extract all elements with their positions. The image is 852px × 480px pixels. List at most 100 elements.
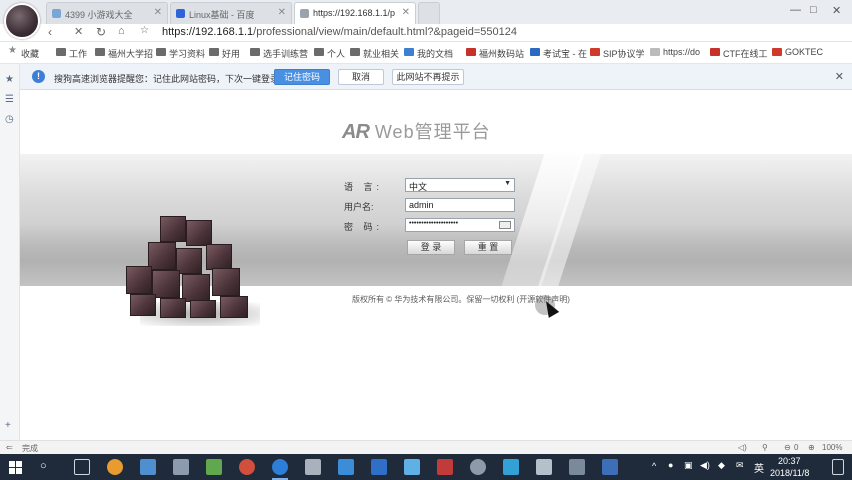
sogou-browser-icon[interactable]	[272, 459, 288, 475]
new-tab-button[interactable]	[418, 2, 440, 24]
app-icon[interactable]	[569, 459, 585, 475]
app-icon[interactable]	[305, 459, 321, 475]
tab-router-admin[interactable]: https://192.168.1.1/p ✕	[294, 2, 416, 24]
tray-app-icon[interactable]: ◆	[718, 460, 725, 471]
maximize-icon[interactable]: □	[810, 4, 817, 16]
notification-center-icon[interactable]	[832, 459, 844, 475]
bookmark-item[interactable]: 学习资料	[156, 47, 205, 60]
network-icon[interactable]: ▣	[684, 460, 693, 471]
url-host: https://192.168.1.1	[162, 26, 254, 38]
reload-icon[interactable]: ↻	[96, 25, 106, 39]
title-bar: 4399 小游戏大全 ✕ Linux基础 - 百度 ✕ https://192.…	[0, 0, 852, 24]
cancel-button[interactable]: 取消	[338, 69, 384, 85]
app-icon[interactable]	[404, 459, 420, 475]
windows-start-icon[interactable]	[9, 461, 22, 474]
task-view-icon[interactable]	[74, 459, 90, 475]
site-icon	[530, 48, 540, 56]
app-icon[interactable]	[206, 459, 222, 475]
settings-gear-icon[interactable]	[470, 459, 486, 475]
bookmark-label: 选手训练营	[263, 49, 309, 59]
tab-close-icon[interactable]: ✕	[154, 7, 162, 18]
tab-close-icon[interactable]: ✕	[278, 7, 286, 18]
security-icon[interactable]: ⚲	[762, 443, 768, 452]
reset-button[interactable]: 重 置	[464, 240, 512, 255]
app-icon[interactable]	[371, 459, 387, 475]
speaker-icon[interactable]: ◁)	[738, 443, 747, 452]
download-icon[interactable]: ⊖	[784, 443, 791, 452]
close-icon[interactable]: ✕	[835, 70, 844, 83]
password-field[interactable]: ••••••••••••••••••••	[405, 218, 515, 232]
bookmark-item[interactable]: ★ 收藏	[8, 45, 39, 60]
bookmark-label: GOKTEC	[785, 47, 824, 57]
history-back-icon[interactable]: ☆	[140, 25, 149, 36]
app-icon[interactable]	[437, 459, 453, 475]
cube-decoration	[160, 298, 186, 318]
back-icon[interactable]: ‹	[48, 25, 52, 39]
bookmark-label: 个人	[327, 49, 346, 59]
tray-app-icon[interactable]: ●	[668, 460, 673, 470]
stop-icon[interactable]: ✕	[74, 25, 83, 38]
notification-message: 搜狗高速浏览器提醒您：记住此网站密码，下次一键登录！	[54, 74, 289, 84]
home-icon[interactable]: ⌂	[118, 25, 125, 37]
keyboard-icon[interactable]	[499, 221, 511, 229]
close-window-icon[interactable]: ✕	[832, 4, 841, 17]
volume-icon[interactable]: ◀)	[700, 460, 710, 471]
zoom-icon[interactable]: ⊕	[808, 443, 815, 452]
bookmark-item[interactable]: CTF在线工	[710, 47, 768, 60]
app-icon[interactable]	[338, 459, 354, 475]
app-icon[interactable]	[173, 459, 189, 475]
folder-icon	[350, 48, 360, 56]
folder-icon	[156, 48, 166, 56]
bookmark-item[interactable]: 福州大学招	[95, 47, 153, 60]
avatar[interactable]	[4, 3, 40, 39]
history-clock-icon[interactable]: ◷	[5, 114, 14, 125]
app-icon[interactable]	[536, 459, 552, 475]
cube-decoration	[126, 266, 152, 294]
folder-icon	[95, 48, 105, 56]
tab-4399[interactable]: 4399 小游戏大全 ✕	[46, 2, 168, 24]
site-icon	[710, 48, 720, 56]
bookmark-item[interactable]: 工作	[56, 47, 87, 60]
tray-app-icon[interactable]: ✉	[736, 460, 744, 471]
add-icon[interactable]: +	[5, 420, 11, 431]
username-field[interactable]: admin	[405, 198, 515, 212]
page-icon	[650, 48, 660, 56]
app-icon[interactable]	[140, 459, 156, 475]
minimize-icon[interactable]: —	[790, 4, 801, 16]
bookmark-item[interactable]: 我的文档	[404, 47, 453, 60]
bookmark-item[interactable]: 个人	[314, 47, 345, 60]
bookmark-label: https://do	[663, 47, 701, 57]
login-button[interactable]: 登 录	[407, 240, 455, 255]
bookmark-label: 好用	[222, 49, 241, 59]
url-field[interactable]: https://192.168.1.1/professional/view/ma…	[162, 26, 517, 38]
bookmark-item[interactable]: 福州数码站	[466, 47, 524, 60]
ime-indicator[interactable]: 英	[754, 460, 764, 475]
bookmark-item[interactable]: SIP协议学	[590, 47, 645, 60]
cube-decoration	[220, 296, 248, 318]
search-circle-icon[interactable]: ○	[40, 460, 47, 472]
language-value: 中文	[409, 182, 428, 192]
language-select[interactable]: 中文 ▼	[405, 178, 515, 192]
bookmark-item[interactable]: 就业相关	[350, 47, 399, 60]
tab-linux[interactable]: Linux基础 - 百度 ✕	[170, 2, 292, 24]
password-label: 密 码:	[344, 222, 384, 232]
app-icon[interactable]	[602, 459, 618, 475]
app-icon[interactable]	[239, 459, 255, 475]
bookmark-item[interactable]: 考试宝 - 在	[530, 47, 587, 60]
bookmark-item[interactable]: 选手训练营	[250, 47, 308, 60]
bookmark-item[interactable]: https://do	[650, 47, 700, 57]
reading-list-icon[interactable]: ☰	[5, 94, 14, 105]
bookmark-item[interactable]: 好用	[209, 47, 240, 60]
cube-decoration	[160, 216, 186, 242]
app-icon[interactable]	[107, 459, 123, 475]
show-hidden-icons-icon[interactable]: ^	[652, 461, 656, 471]
tab-label: 4399 小游戏大全	[65, 10, 133, 20]
tab-close-icon[interactable]: ✕	[402, 7, 410, 18]
never-for-site-button[interactable]: 此网站不再提示	[392, 69, 464, 85]
remember-password-button[interactable]: 记住密码	[274, 69, 330, 85]
back-arrow-icon[interactable]: ⇐	[6, 443, 13, 452]
app-icon[interactable]	[503, 459, 519, 475]
favorites-star-icon[interactable]: ★	[5, 74, 14, 85]
folder-icon	[314, 48, 324, 56]
bookmark-item[interactable]: GOKTEC	[772, 47, 823, 57]
